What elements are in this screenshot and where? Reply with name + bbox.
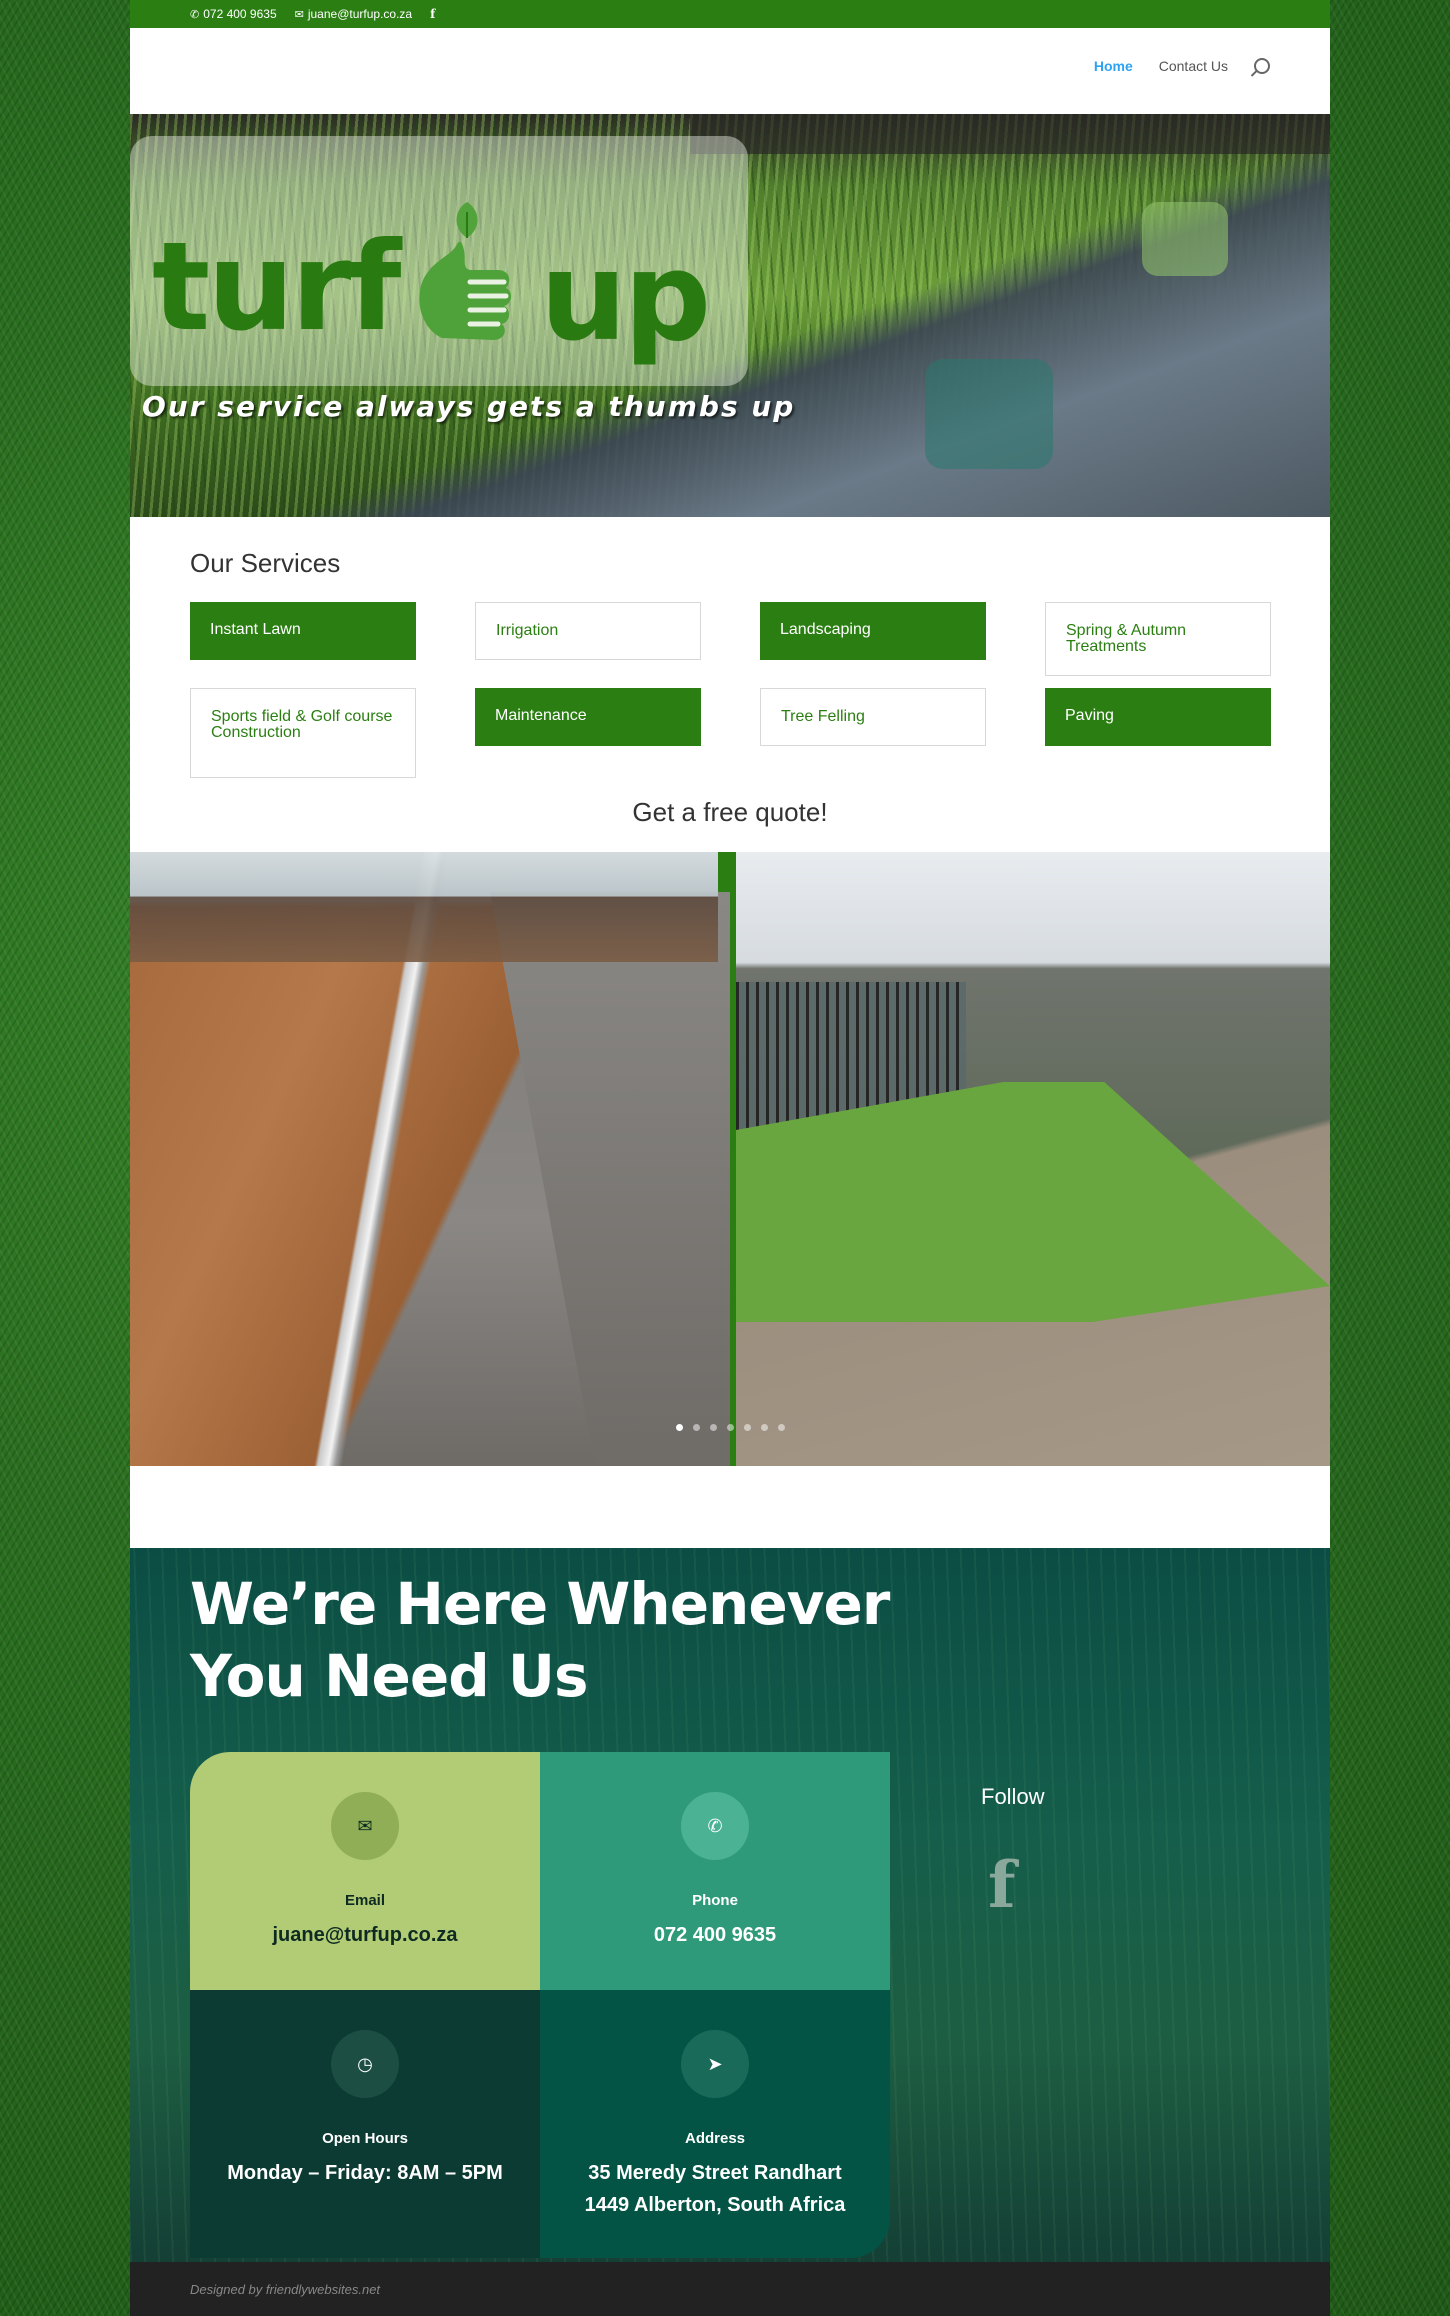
image-slider[interactable] <box>130 852 1330 1466</box>
slider-dot[interactable] <box>760 1424 768 1431</box>
slider-dot[interactable] <box>709 1424 717 1431</box>
service-landscaping-button[interactable]: Landscaping <box>760 602 986 660</box>
service-irrigation-button[interactable]: Irrigation <box>475 602 701 660</box>
phone-icon: ✆ <box>681 1792 749 1860</box>
hero-decor-square <box>1142 202 1228 276</box>
slider-dot[interactable] <box>692 1424 700 1431</box>
search-icon[interactable] <box>1254 58 1270 74</box>
slider-pagination <box>130 1424 1330 1431</box>
slider-dot[interactable] <box>777 1424 785 1431</box>
envelope-icon: ✉ <box>294 8 304 21</box>
phone-icon: ✆ <box>190 8 200 21</box>
contact-section: We’re Here Whenever You Need Us ✉ Email … <box>130 1548 1330 2262</box>
service-instant-lawn-button[interactable]: Instant Lawn <box>190 602 416 660</box>
topbar-email[interactable]: ✉ juane@turfup.co.za <box>295 7 412 21</box>
address-label: Address <box>684 2130 746 2147</box>
top-bar: ✆ 072 400 9635 ✉ juane@turfup.co.za f <box>130 0 1330 28</box>
photo-wall <box>130 852 718 962</box>
address-card: ➤ Address 35 Meredy Street Randhart 1449… <box>540 1990 890 2258</box>
hours-label: Open Hours <box>322 2130 408 2147</box>
topbar-phone-text: 072 400 9635 <box>203 7 277 21</box>
service-sports-field-button[interactable]: Sports field & Golf course Construction <box>190 688 416 778</box>
slide-photo-finished-lawn <box>736 852 1330 1466</box>
follow-heading: Follow <box>981 1784 1045 1809</box>
topbar-phone[interactable]: ✆ 072 400 9635 <box>190 7 277 21</box>
email-card: ✉ Email juane@turfup.co.za <box>190 1752 540 1990</box>
slider-dot[interactable] <box>675 1424 683 1431</box>
slider-dot[interactable] <box>743 1424 751 1431</box>
address-value: 35 Meredy Street Randhart 1449 Alberton,… <box>584 2162 846 2216</box>
topbar-email-text: juane@turfup.co.za <box>307 7 413 21</box>
footer-credit[interactable]: Designed by friendlywebsites.net <box>190 2282 380 2297</box>
email-value[interactable]: juane@turfup.co.za <box>190 1919 540 1951</box>
phone-value[interactable]: 072 400 9635 <box>540 1919 890 1951</box>
contact-heading: We’re Here Whenever You Need Us <box>190 1570 890 1710</box>
hero-wall <box>690 114 1330 154</box>
service-spring-autumn-button[interactable]: Spring & Autumn Treatments <box>1045 602 1271 676</box>
nav-contact-us[interactable]: Contact Us <box>1159 58 1228 74</box>
envelope-icon: ✉ <box>331 1792 399 1860</box>
footer: Designed by friendlywebsites.net <box>130 2262 1330 2316</box>
header: Home Contact Us <box>130 28 1330 114</box>
hero-tagline: Our service always gets a thumbs up <box>142 390 796 423</box>
slider-dot[interactable] <box>726 1424 734 1431</box>
hours-card: ◷ Open Hours Monday – Friday: 8AM – 5PM <box>190 1990 540 2258</box>
logo-text-turf: turf <box>152 216 401 358</box>
photo-grass <box>736 1082 1330 1322</box>
logo-text-up: up <box>540 226 711 368</box>
services-title: Our Services <box>190 548 341 578</box>
compass-icon: ➤ <box>681 2030 749 2098</box>
clock-icon: ◷ <box>331 2030 399 2098</box>
page-container: ✆ 072 400 9635 ✉ juane@turfup.co.za f Ho… <box>130 0 1330 2316</box>
nav-home[interactable]: Home <box>1094 58 1133 74</box>
free-quote-heading: Get a free quote! <box>632 797 828 827</box>
service-tree-felling-button[interactable]: Tree Felling <box>760 688 986 746</box>
service-paving-button[interactable]: Paving <box>1045 688 1271 746</box>
thumbs-up-icon <box>419 202 512 340</box>
email-label: Email <box>344 1892 386 1909</box>
photo-road <box>490 892 730 1466</box>
logo-panel: turf up <box>130 136 748 386</box>
hours-value: Monday – Friday: 8AM – 5PM <box>227 2162 503 2184</box>
slide-photo-construction <box>130 852 730 1466</box>
facebook-icon[interactable]: f <box>988 1848 1016 1923</box>
phone-label: Phone <box>692 1892 738 1909</box>
main-nav: Home Contact Us <box>1094 58 1270 74</box>
hero-banner: turf up Our service always gets a thumbs… <box>130 114 1330 517</box>
service-maintenance-button[interactable]: Maintenance <box>475 688 701 746</box>
phone-card: ✆ Phone 072 400 9635 <box>540 1752 890 1990</box>
facebook-icon[interactable]: f <box>430 7 435 21</box>
hero-decor-square <box>925 359 1053 469</box>
